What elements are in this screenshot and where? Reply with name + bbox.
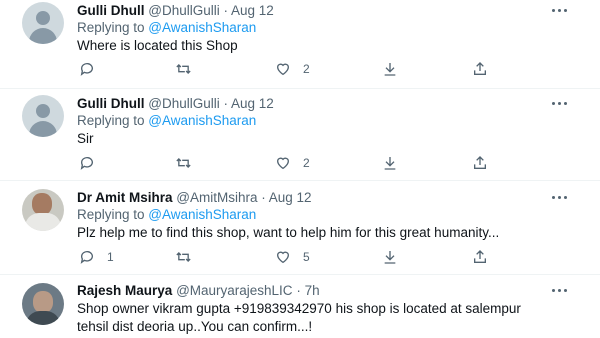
tweet-header: Gulli Dhull @DhullGulli · Aug 12 [77, 3, 274, 19]
like-button[interactable]: 2 [275, 60, 310, 78]
author-name[interactable]: Gulli Dhull [77, 3, 145, 18]
like-icon [276, 251, 290, 264]
tweet[interactable]: Dr Amit Msihra @AmitMsihra · Aug 12 Repl… [0, 181, 600, 269]
separator: · [296, 283, 301, 298]
reply-button[interactable]: 1 [79, 248, 114, 266]
share-icon [474, 156, 486, 169]
retweet-icon [176, 158, 191, 168]
replying-to: Replying to @AwanishSharan [77, 207, 256, 223]
like-button[interactable]: 2 [275, 154, 310, 172]
tweet-date[interactable]: Aug 12 [269, 190, 312, 205]
photo-avatar[interactable] [22, 189, 64, 231]
tweet-text: Sir [77, 131, 94, 146]
tweet-date[interactable]: Aug 12 [231, 3, 274, 18]
share-icon [474, 62, 486, 75]
like-count: 5 [303, 250, 310, 264]
retweet-button[interactable] [175, 248, 192, 266]
download-icon [384, 157, 396, 170]
author-name[interactable]: Rajesh Maurya [77, 283, 172, 298]
tweet-text-line-2: tehsil dist deoria up..You can confirm..… [77, 319, 313, 334]
author-handle[interactable]: @DhullGulli [148, 96, 219, 111]
download-icon [384, 63, 396, 76]
mention-link[interactable]: @AwanishSharan [148, 113, 256, 128]
like-button[interactable]: 5 [275, 248, 310, 266]
replying-prefix: Replying to [77, 113, 149, 128]
default-avatar[interactable] [22, 2, 64, 44]
tweet[interactable]: Gulli Dhull @DhullGulli · Aug 12 Replyin… [0, 89, 600, 177]
author-handle[interactable]: @AmitMsihra [176, 190, 257, 205]
default-avatar[interactable] [22, 95, 64, 137]
retweet-button[interactable] [175, 60, 192, 78]
tweet[interactable]: Rajesh Maurya @MauryarajeshLIC · 7h Shop… [0, 275, 600, 338]
author-handle[interactable]: @DhullGulli [148, 3, 219, 18]
share-icon [474, 250, 486, 263]
separator: · [261, 190, 266, 205]
separator: · [223, 96, 229, 111]
tweet[interactable]: Gulli Dhull @DhullGulli · Aug 12 Replyin… [0, 0, 600, 88]
share-button[interactable] [472, 154, 488, 172]
like-count: 2 [303, 62, 310, 76]
download-button[interactable] [382, 248, 398, 266]
download-button[interactable] [382, 60, 398, 78]
tweet-date[interactable]: 7h [305, 283, 320, 298]
author-handle[interactable]: @MauryarajeshLIC [176, 283, 293, 298]
separator: · [223, 3, 229, 18]
replying-to: Replying to @AwanishSharan [77, 113, 256, 129]
reply-count: 1 [107, 250, 114, 264]
tweet-header: Dr Amit Msihra @AmitMsihra · Aug 12 [77, 190, 312, 206]
reply-icon [80, 63, 93, 76]
retweet-icon [176, 252, 191, 262]
like-icon [276, 157, 290, 170]
tweet-date[interactable]: Aug 12 [231, 96, 274, 111]
tweet-text-line-1: Shop owner vikram gupta +919839342970 hi… [77, 301, 521, 316]
reply-icon [80, 157, 93, 170]
mention-link[interactable]: @AwanishSharan [148, 207, 256, 222]
more-icon[interactable] [551, 97, 569, 111]
like-count: 2 [303, 156, 310, 170]
tweet-text: Where is located this Shop [77, 38, 238, 53]
author-name[interactable]: Dr Amit Msihra [77, 190, 173, 205]
share-button[interactable] [472, 248, 488, 266]
reply-button[interactable] [79, 60, 95, 78]
like-icon [276, 63, 290, 76]
more-icon[interactable] [551, 284, 569, 298]
tweet-text: Plz help me to find this shop, want to h… [77, 225, 500, 240]
retweet-button[interactable] [175, 154, 192, 172]
reply-icon [80, 251, 93, 264]
more-icon[interactable] [551, 4, 569, 18]
download-button[interactable] [382, 154, 398, 172]
replying-to: Replying to @AwanishSharan [77, 20, 256, 36]
download-icon [384, 251, 396, 264]
mention-link[interactable]: @AwanishSharan [148, 20, 256, 35]
photo-avatar[interactable] [22, 283, 64, 325]
tweet-header: Gulli Dhull @DhullGulli · Aug 12 [77, 96, 274, 112]
author-name[interactable]: Gulli Dhull [77, 96, 145, 111]
replying-prefix: Replying to [77, 20, 149, 35]
more-icon[interactable] [551, 191, 569, 205]
share-button[interactable] [472, 60, 488, 78]
tweet-header: Rajesh Maurya @MauryarajeshLIC · 7h [77, 283, 320, 299]
replying-prefix: Replying to [77, 207, 149, 222]
retweet-icon [176, 64, 191, 74]
reply-button[interactable] [79, 154, 95, 172]
